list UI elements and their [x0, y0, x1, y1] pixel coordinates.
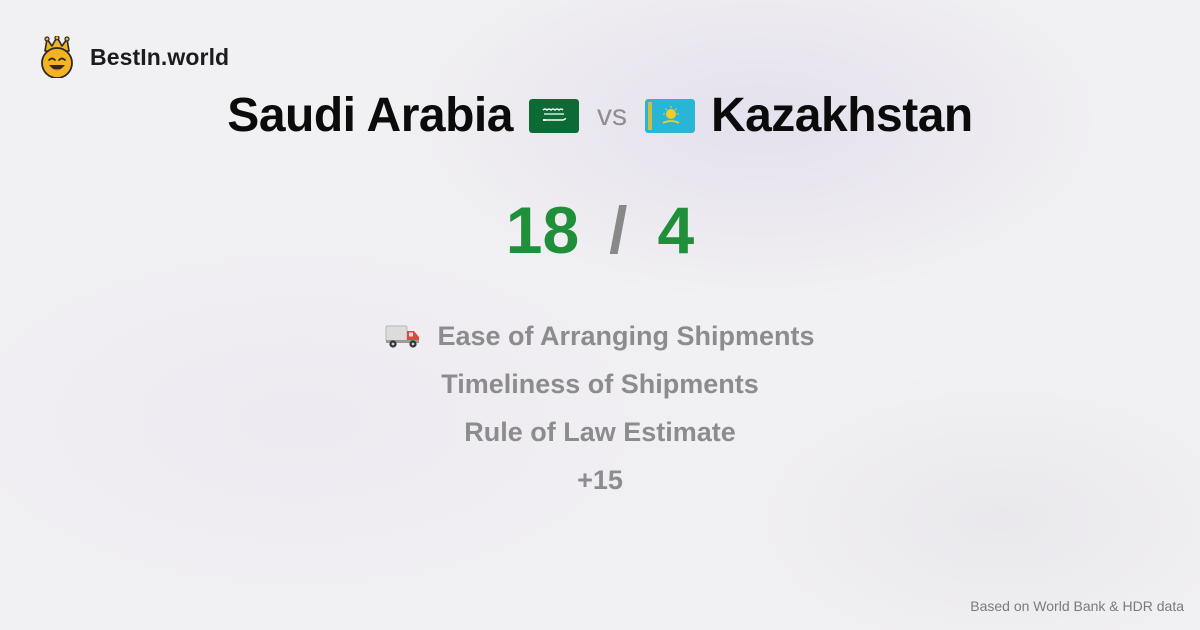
metric-label: Ease of Arranging Shipments — [437, 320, 815, 351]
comparison-title: Saudi Arabia vs Kazakhstan — [0, 88, 1200, 143]
score-summary: 18 / 4 — [0, 192, 1200, 268]
data-source-note: Based on World Bank & HDR data — [970, 598, 1184, 614]
more-metrics-label: +15 — [577, 464, 623, 495]
metric-item[interactable]: Timeliness of Shipments — [441, 360, 759, 408]
left-score: 18 — [505, 193, 580, 267]
metric-list: Ease of Arranging Shipments Timeliness o… — [0, 312, 1200, 504]
metric-label: Timeliness of Shipments — [441, 368, 759, 399]
delivery-truck-icon — [385, 325, 420, 348]
metric-item[interactable]: Ease of Arranging Shipments — [385, 312, 815, 360]
right-score: 4 — [657, 193, 695, 267]
metric-item[interactable]: Rule of Law Estimate — [464, 408, 736, 456]
more-metrics-count[interactable]: +15 — [577, 456, 623, 504]
brand[interactable]: BestIn.world — [38, 36, 229, 78]
metric-label: Rule of Law Estimate — [464, 416, 736, 447]
vs-label: vs — [596, 98, 627, 132]
kazakhstan-flag-icon — [644, 98, 695, 133]
saudi-arabia-flag-icon — [528, 98, 579, 133]
brand-name: BestIn.world — [90, 43, 230, 70]
right-country-name[interactable]: Kazakhstan — [711, 88, 973, 143]
score-separator: / — [609, 193, 628, 267]
crown-smiley-icon — [41, 36, 73, 78]
left-country-name[interactable]: Saudi Arabia — [227, 88, 513, 143]
